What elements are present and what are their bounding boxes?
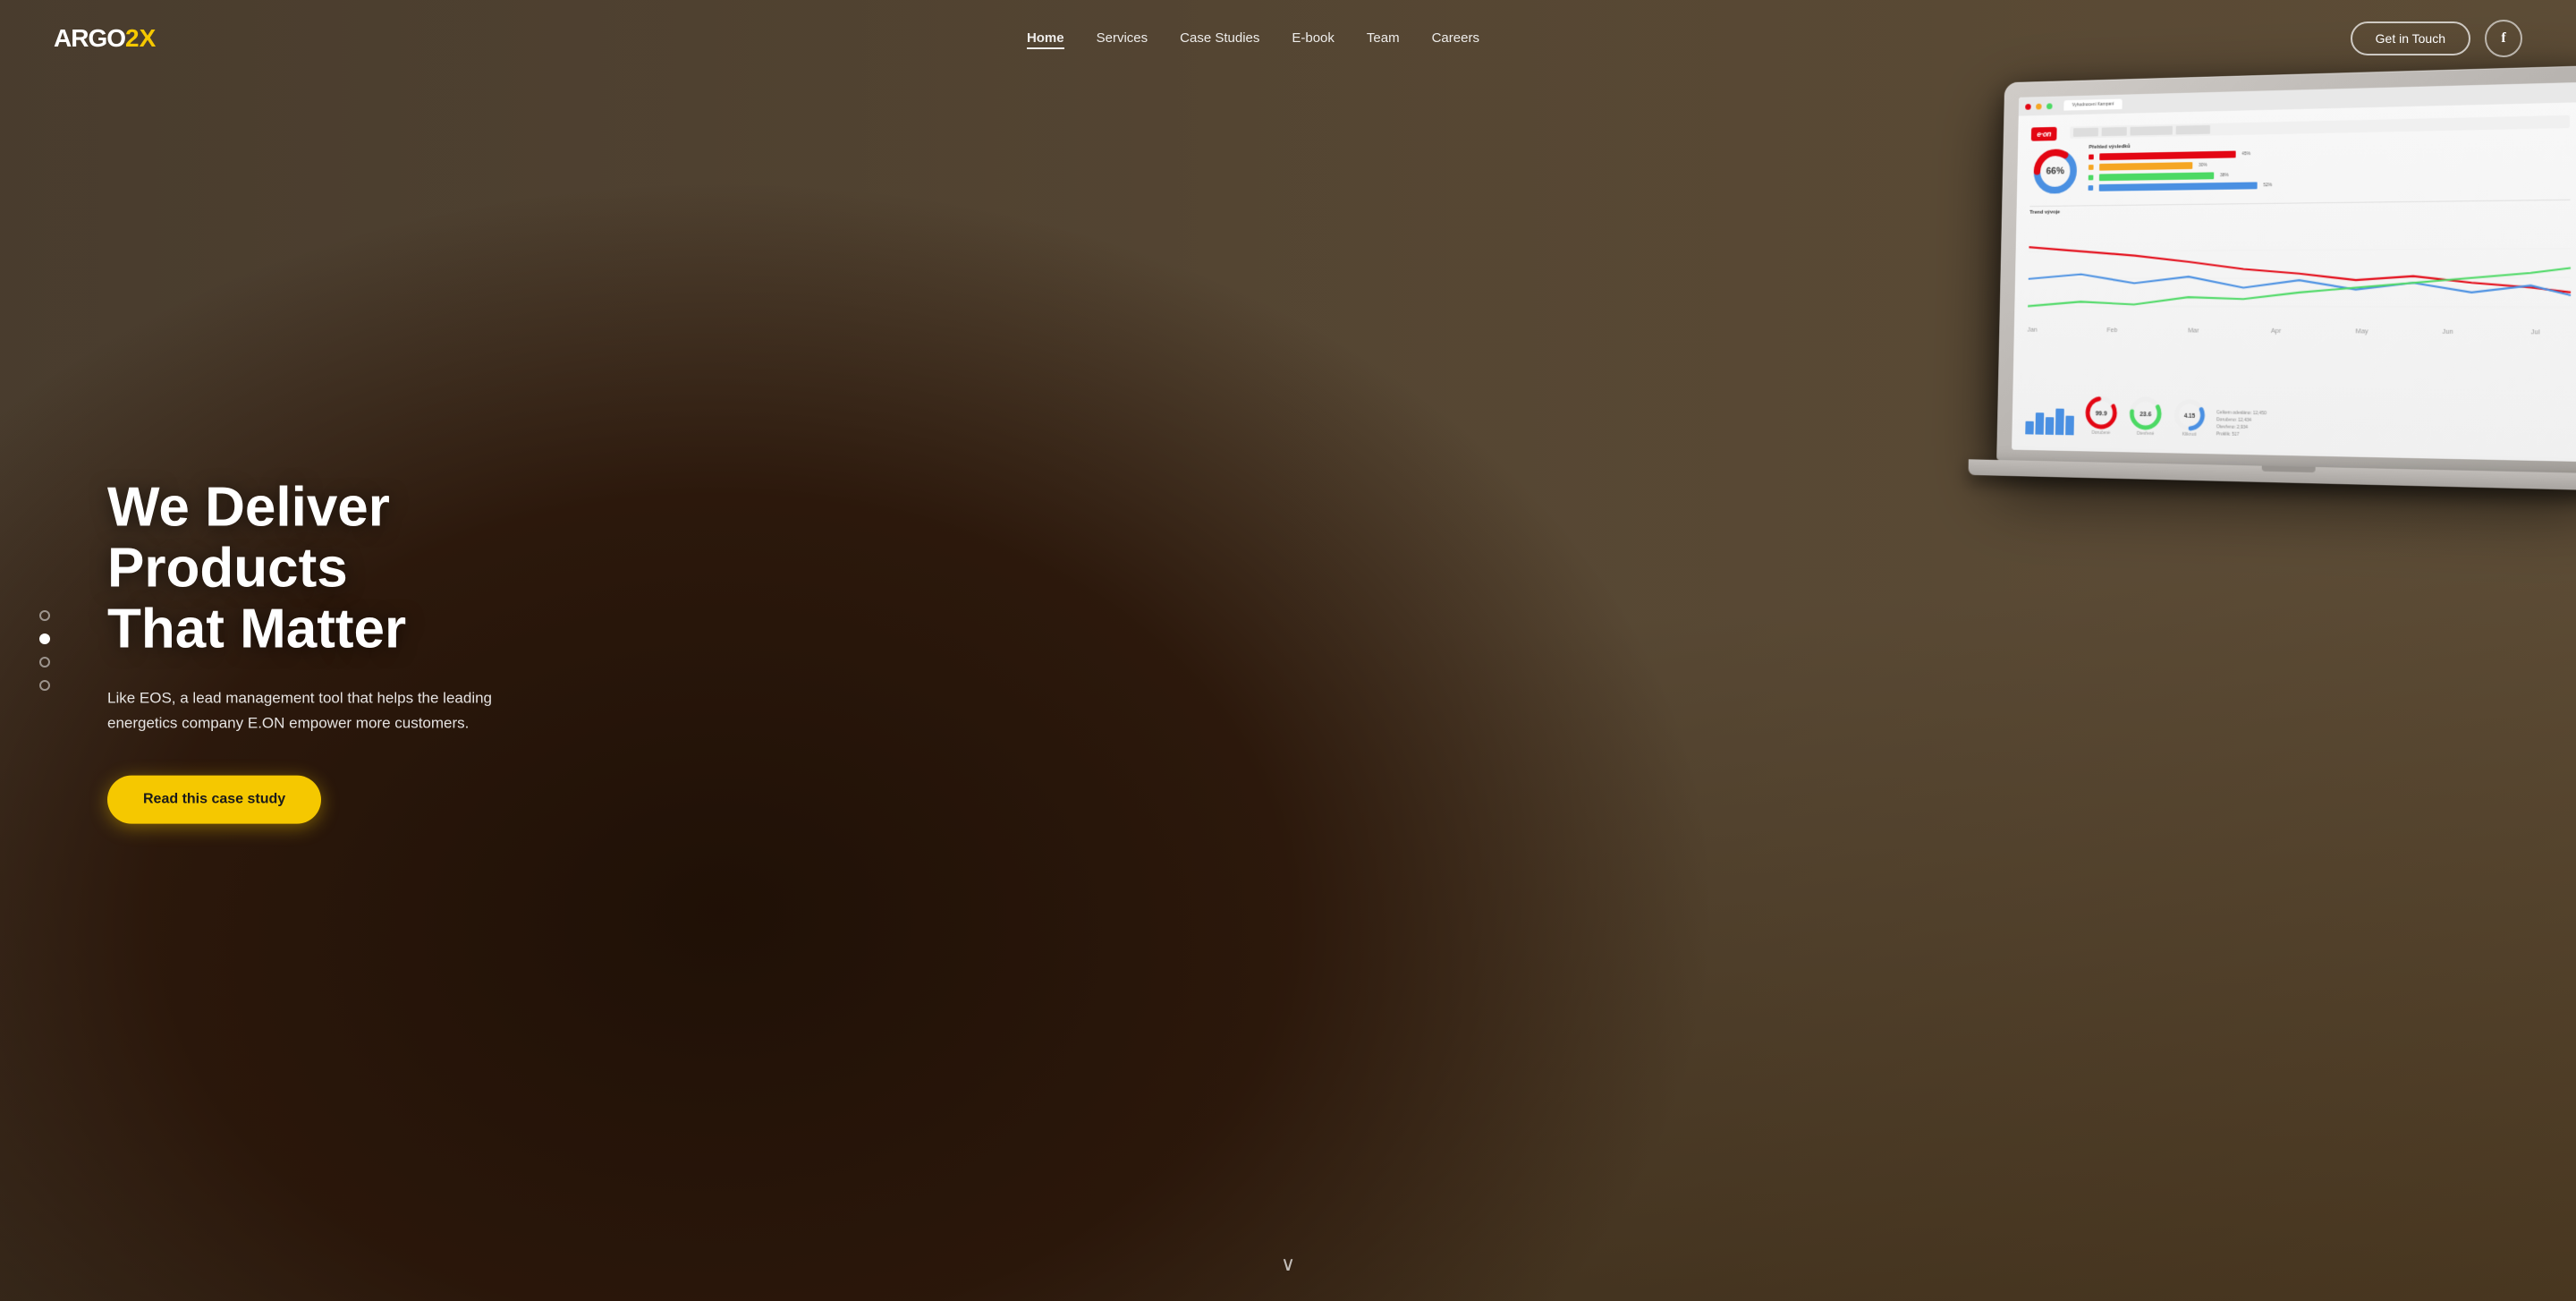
stat-label: Otevřené (2128, 431, 2162, 438)
hero-title-line1: We Deliver Products (107, 477, 390, 599)
nav-link-careers[interactable]: Careers (1432, 30, 1479, 46)
screen-toolbar (2070, 115, 2570, 139)
bar-color-indicator (2089, 155, 2094, 160)
nav-item-careers[interactable]: Careers (1432, 30, 1479, 47)
get-in-touch-button[interactable]: Get in Touch (2351, 21, 2470, 55)
donut-chart: 66% (2030, 145, 2081, 197)
slide-indicator-3[interactable] (39, 657, 50, 668)
bar-color-indicator (2089, 175, 2094, 181)
svg-text:Mar: Mar (2188, 327, 2199, 335)
screen-inner: e·on (2019, 107, 2576, 452)
stat-label: Doručené (2084, 430, 2118, 437)
slide-indicators (39, 610, 50, 691)
mini-bars (2025, 404, 2074, 435)
stat-donut-3: 4.15 (2173, 398, 2206, 432)
bar-label: 45% (2241, 151, 2250, 157)
logo-argo-text: ARGO (54, 24, 125, 53)
screen-dot-green (2046, 103, 2053, 109)
line-chart-area: Trend vývoje (2028, 204, 2572, 334)
svg-text:May: May (2356, 327, 2369, 335)
hero-title-line2: That Matter (107, 599, 406, 660)
bar-label: 52% (2263, 183, 2272, 188)
stat-donut-1: 99.9 (2084, 395, 2119, 430)
nav-link-ebook[interactable]: E-book (1292, 30, 1335, 46)
nav-links: Home Services Case Studies E-book Team C… (1027, 30, 1479, 47)
nav-link-home[interactable]: Home (1027, 30, 1064, 49)
facebook-button[interactable]: f (2485, 20, 2522, 57)
nav-right: Get in Touch f (2351, 20, 2522, 57)
laptop-body: Vyhodnocení Kampaní e·on (1996, 65, 2576, 473)
slide-indicator-1[interactable] (39, 610, 50, 621)
stat-circle-3: 4.15 Kliknutí (2173, 398, 2206, 438)
nav-link-case-studies[interactable]: Case Studies (1180, 30, 1259, 46)
case-study-button[interactable]: Read this case study (107, 775, 321, 823)
bar-color-indicator (2089, 165, 2094, 170)
svg-text:Jun: Jun (2443, 328, 2453, 336)
nav-item-case-studies[interactable]: Case Studies (1180, 30, 1259, 47)
logo-suffix: 2X (125, 24, 156, 53)
scroll-down-icon: ∨ (1281, 1253, 1295, 1275)
nav-item-team[interactable]: Team (1367, 30, 1400, 47)
navigation: ARGO 2X Home Services Case Studies E-boo… (0, 0, 2576, 77)
toolbar-btn (2073, 128, 2098, 137)
eon-logo: e·on (2031, 127, 2057, 141)
screen-bottom-stats: 99.9 Doručené 23.6 (2025, 394, 2572, 444)
bar-label: 38% (2220, 173, 2229, 178)
hero-content: We Deliver Products That Matter Like EOS… (107, 478, 608, 824)
hero-subtitle: Like EOS, a lead management tool that he… (107, 685, 537, 736)
toolbar-btn (2130, 126, 2172, 136)
scroll-down-button[interactable]: ∨ (1281, 1253, 1295, 1276)
hero-section: Vyhodnocení Kampaní e·on (0, 0, 2576, 1301)
slide-indicator-4[interactable] (39, 680, 50, 691)
extra-stats-text: Celkem odesláno: 12,450 Doručeno: 12,434… (2216, 409, 2572, 445)
mini-bar (2035, 412, 2044, 435)
svg-text:Feb: Feb (2106, 327, 2117, 334)
bar-color-indicator (2089, 185, 2094, 191)
screen-dot-red (2025, 104, 2031, 110)
screen-tab: Vyhodnocení Kampaní (2063, 98, 2123, 110)
svg-text:Jan: Jan (2028, 327, 2038, 334)
laptop-mockup: Vyhodnocení Kampaní e·on (1996, 65, 2576, 531)
svg-text:99.9: 99.9 (2096, 411, 2107, 417)
toolbar-btn (2102, 127, 2127, 136)
bar-fill (2099, 162, 2192, 171)
stat-label: Kliknutí (2173, 431, 2206, 438)
stat-circle-1: 99.9 Doručené (2084, 395, 2119, 436)
laptop-notch (2262, 466, 2316, 472)
svg-text:Apr: Apr (2271, 327, 2282, 335)
nav-link-team[interactable]: Team (1367, 30, 1400, 46)
stat-donut-2: 23.6 (2128, 395, 2163, 431)
laptop-screen: Vyhodnocení Kampaní e·on (2012, 82, 2576, 462)
bar-fill (2099, 151, 2235, 161)
mini-bar (2055, 409, 2064, 436)
donut-svg: 66% (2030, 145, 2081, 197)
svg-text:4.15: 4.15 (2184, 413, 2196, 420)
nav-item-home[interactable]: Home (1027, 30, 1064, 47)
stat-circle-2: 23.6 Otevřené (2128, 395, 2163, 437)
toolbar-btn (2176, 125, 2210, 135)
bar-chart-area: Přehled výsledků 45% 3 (2088, 135, 2570, 200)
logo: ARGO 2X (54, 24, 156, 53)
slide-indicator-2[interactable] (39, 633, 50, 644)
line-chart-svg: Jan Feb Mar Apr May Jun Jul (2027, 213, 2571, 343)
mini-bar (2046, 417, 2055, 435)
screen-dot-yellow (2036, 103, 2042, 109)
mini-bar (2025, 421, 2034, 435)
screen-content: Vyhodnocení Kampaní e·on (2012, 82, 2576, 462)
bar-label: 30% (2199, 163, 2207, 168)
bar-fill (2099, 182, 2258, 191)
hero-title: We Deliver Products That Matter (107, 478, 608, 661)
mini-bar (2065, 416, 2074, 436)
nav-item-ebook[interactable]: E-book (1292, 30, 1335, 47)
bar-rows: 45% 30% 38% (2089, 144, 2571, 191)
svg-text:Jul: Jul (2531, 328, 2540, 336)
bar-fill (2099, 172, 2214, 181)
nav-link-services[interactable]: Services (1097, 30, 1148, 46)
svg-text:23.6: 23.6 (2140, 412, 2151, 418)
nav-item-services[interactable]: Services (1097, 30, 1148, 47)
svg-text:66%: 66% (2046, 166, 2064, 176)
